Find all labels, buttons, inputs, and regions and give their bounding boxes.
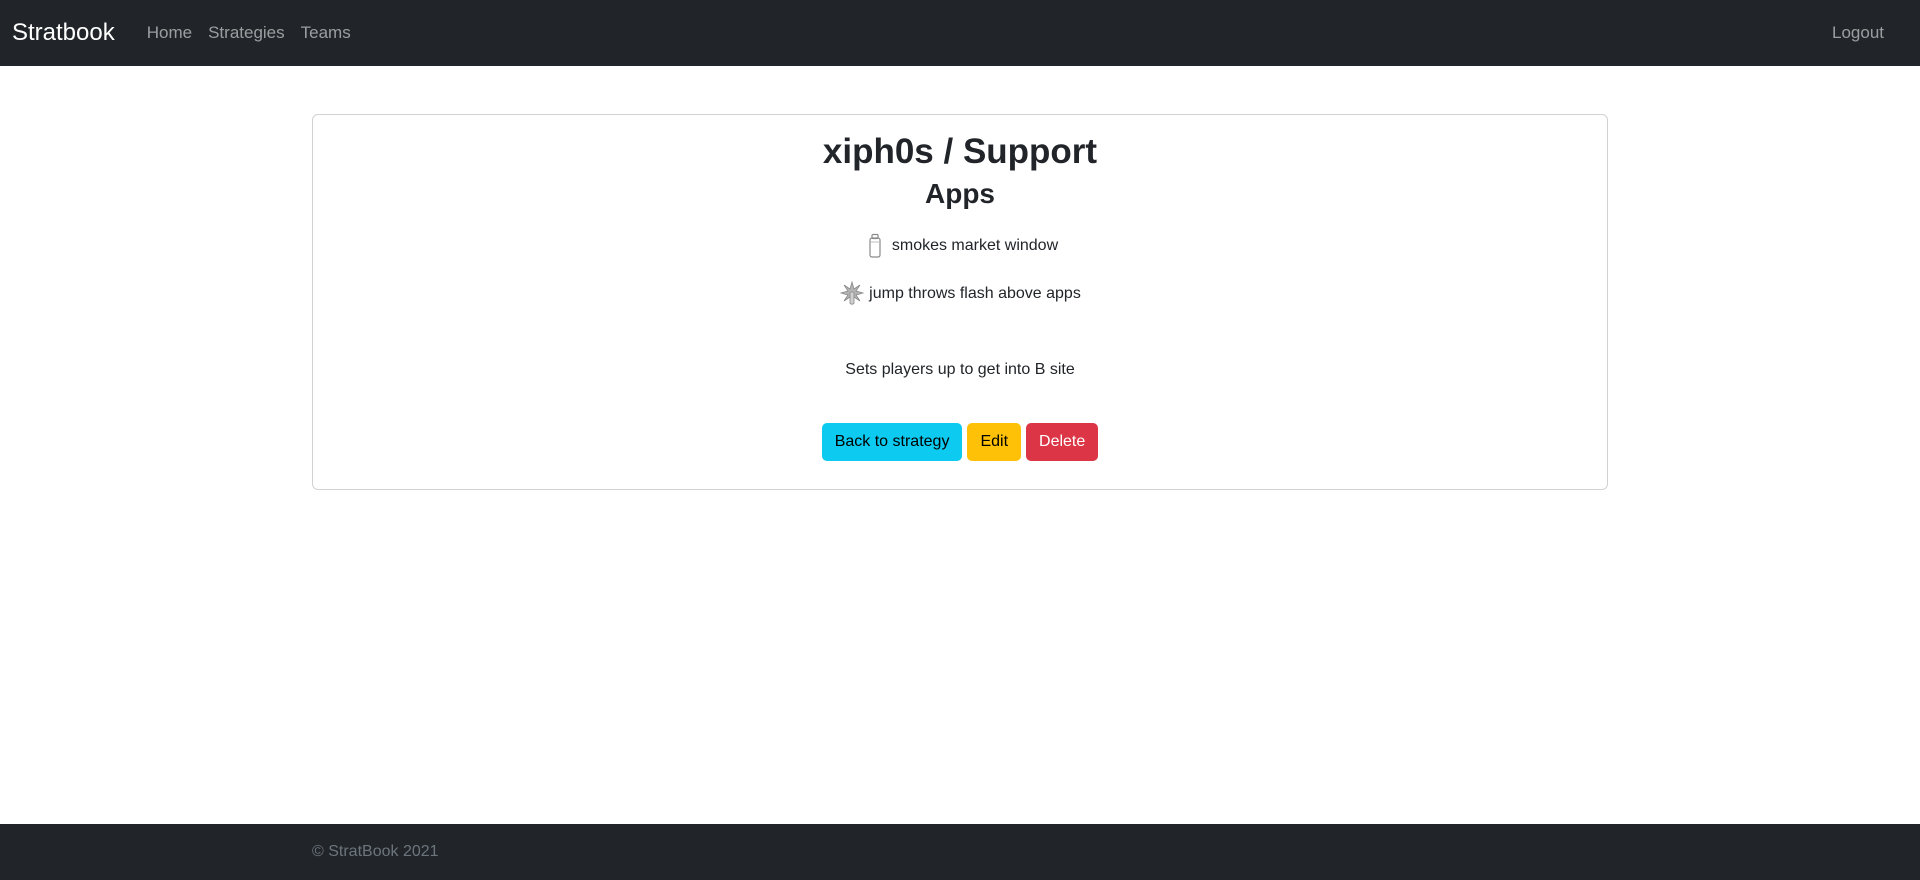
page-subtitle: Apps	[925, 178, 995, 209]
action-buttons: Back to strategy Edit Delete	[821, 422, 1099, 461]
nav-teams-link[interactable]: Teams	[293, 15, 359, 51]
utility-item: smokes market window	[862, 231, 1058, 261]
nav-home-link[interactable]: Home	[139, 15, 200, 51]
brand-link[interactable]: Stratbook	[12, 19, 115, 47]
strategy-description: Sets players up to get into B site	[845, 360, 1075, 378]
utility-text: smokes market window	[891, 236, 1059, 254]
edit-button[interactable]: Edit	[967, 422, 1022, 461]
back-to-strategy-button[interactable]: Back to strategy	[821, 422, 963, 461]
utility-item: jump throws flash above apps	[839, 279, 1081, 309]
footer-copyright: © StratBook 2021	[312, 843, 439, 860]
smoke-grenade-icon	[862, 232, 888, 260]
page-title: xiph0s / Support	[822, 132, 1098, 171]
nav-links: Home Strategies Teams	[139, 15, 359, 51]
strategy-card: xiph0s / Support Apps smokes market wind…	[312, 114, 1608, 490]
delete-button[interactable]: Delete	[1026, 422, 1099, 461]
logout-link[interactable]: Logout	[1824, 15, 1892, 50]
page-footer: © StratBook 2021	[0, 824, 1920, 880]
flashbang-icon	[839, 280, 865, 308]
top-navbar: Stratbook Home Strategies Teams Logout	[0, 0, 1920, 66]
nav-right: Logout	[1824, 23, 1908, 43]
utility-text: jump throws flash above apps	[869, 284, 1081, 302]
nav-strategies-link[interactable]: Strategies	[200, 15, 293, 51]
